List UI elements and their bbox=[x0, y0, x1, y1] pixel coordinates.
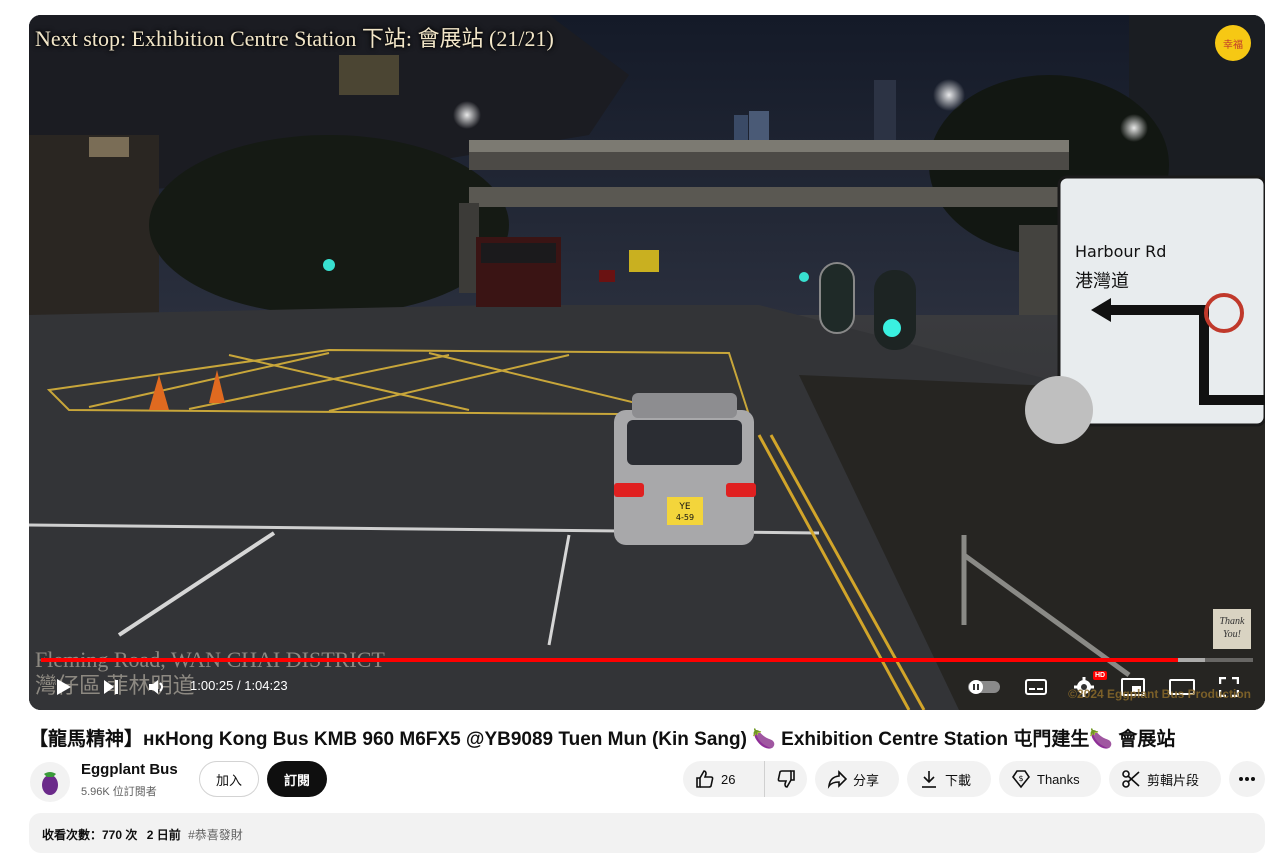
upload-date: 2 日前 bbox=[146, 828, 181, 842]
video-player[interactable]: YE 4-59 Harbour Rd 港灣道 Next stop: Exhibi… bbox=[29, 15, 1265, 710]
thanks-button[interactable]: $ Thanks bbox=[999, 761, 1101, 797]
channel-avatar[interactable] bbox=[30, 762, 70, 802]
silver-car: YE 4-59 bbox=[614, 393, 756, 545]
scissors-icon bbox=[1121, 769, 1141, 789]
next-icon bbox=[104, 680, 118, 694]
thank-you-badge: Thank You! bbox=[1213, 609, 1251, 649]
channel-logo-badge[interactable]: 幸福 bbox=[1215, 25, 1251, 61]
harbour-road-sign: Harbour Rd 港灣道 bbox=[1057, 175, 1265, 427]
hd-badge: HD bbox=[1093, 671, 1108, 680]
like-dislike-group: 26 bbox=[683, 761, 807, 797]
video-title: 【龍馬精神】ʜᴋHong Kong Bus KMB 960 M6FX5 @YB9… bbox=[29, 729, 1176, 750]
super-thanks-icon: $ bbox=[1011, 769, 1031, 789]
thanks-label: Thanks bbox=[1037, 771, 1080, 787]
clip-button[interactable]: 剪輯片段 bbox=[1109, 761, 1221, 797]
watermark-text: ©2024 Eggplant Bus Production bbox=[1068, 687, 1251, 701]
more-actions-button[interactable] bbox=[1229, 761, 1265, 797]
download-label: 下載 bbox=[945, 772, 972, 788]
description-box[interactable]: 收看次數：770 次 2 日前 #恭喜發財 bbox=[29, 813, 1265, 853]
svg-text:4-59: 4-59 bbox=[676, 513, 694, 522]
thumbs-down-icon bbox=[777, 770, 795, 788]
volume-button[interactable] bbox=[147, 675, 167, 699]
svg-text:港灣道: 港灣道 bbox=[1075, 271, 1129, 292]
next-button[interactable] bbox=[101, 675, 121, 699]
more-horizontal-icon bbox=[1239, 777, 1255, 781]
subtitles-icon bbox=[1025, 679, 1047, 695]
dislike-button[interactable] bbox=[765, 761, 807, 797]
autoplay-toggle[interactable] bbox=[967, 675, 1001, 699]
share-label: 分享 bbox=[853, 772, 880, 788]
like-button[interactable]: 26 bbox=[683, 761, 765, 797]
svg-text:YE: YE bbox=[678, 502, 690, 512]
eggplant-icon bbox=[42, 772, 58, 795]
video-frame: YE 4-59 Harbour Rd 港灣道 bbox=[29, 15, 1265, 710]
time-display: 1:00:25 / 1:04:23 bbox=[190, 678, 288, 693]
subtitles-button[interactable] bbox=[1025, 675, 1047, 699]
download-icon bbox=[919, 769, 939, 789]
clip-label: 剪輯片段 bbox=[1147, 772, 1200, 788]
subscriber-count: 5.96K 位訂閱者 bbox=[81, 786, 157, 798]
share-icon bbox=[827, 769, 847, 789]
play-button[interactable] bbox=[53, 675, 73, 699]
view-count: 收看次數：770 次 bbox=[42, 828, 138, 842]
svg-text:$: $ bbox=[1018, 774, 1023, 783]
play-icon bbox=[57, 679, 71, 695]
next-stop-overlay: Next stop: Exhibition Centre Station 下站:… bbox=[35, 26, 554, 51]
progress-bar[interactable] bbox=[41, 658, 1253, 662]
download-button[interactable]: 下載 bbox=[907, 761, 991, 797]
hashtag-link[interactable]: #恭喜發財 bbox=[188, 828, 243, 842]
subscribe-button[interactable]: 訂閱 bbox=[267, 761, 327, 797]
autoplay-toggle-icon bbox=[968, 680, 1000, 694]
volume-icon bbox=[149, 680, 163, 694]
join-button[interactable]: 加入 bbox=[199, 761, 259, 797]
channel-name[interactable]: Eggplant Bus bbox=[81, 761, 178, 778]
thumbs-up-icon bbox=[695, 769, 715, 789]
share-button[interactable]: 分享 bbox=[815, 761, 899, 797]
svg-text:Harbour Rd: Harbour Rd bbox=[1075, 242, 1166, 261]
like-count: 26 bbox=[721, 771, 736, 787]
progress-played bbox=[41, 658, 1178, 662]
